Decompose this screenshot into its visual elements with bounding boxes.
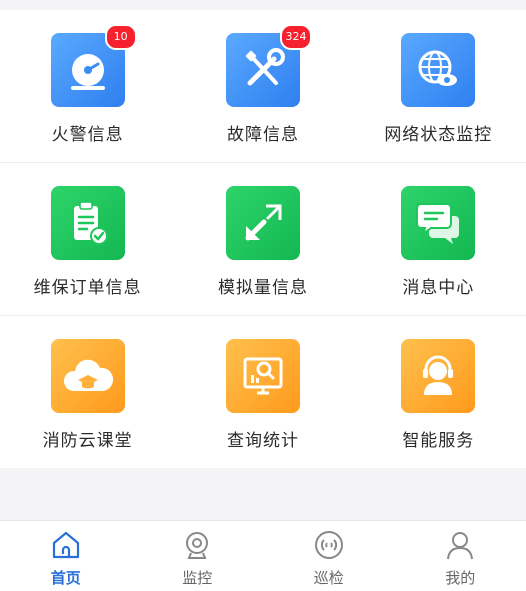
tab-monitor[interactable]: 监控: [132, 521, 264, 591]
tab-profile[interactable]: 我的: [395, 521, 526, 591]
headset-agent-icon: [401, 339, 475, 413]
maintenance-order-label: 维保订单信息: [0, 273, 175, 298]
tab-monitor-label: 监控: [132, 567, 264, 588]
network-monitor-item[interactable]: 网络状态监控: [351, 10, 526, 162]
query-stats-tile[interactable]: [226, 339, 300, 413]
maintenance-order-item[interactable]: 维保订单信息: [0, 163, 175, 315]
tab-home[interactable]: 首页: [0, 521, 132, 591]
signal-icon: [313, 529, 345, 561]
fire-cloud-class-label: 消防云课堂: [0, 426, 175, 451]
fire-cloud-class-item[interactable]: 消防云课堂: [0, 316, 175, 468]
query-stats-label: 查询统计: [175, 426, 350, 451]
message-center-label: 消息中心: [351, 273, 526, 298]
query-stats-item[interactable]: 查询统计: [175, 316, 350, 468]
fire-alarm-badge: 10: [105, 24, 137, 50]
analog-info-tile[interactable]: [226, 186, 300, 260]
user-icon: [444, 529, 476, 561]
network-monitor-tile[interactable]: [401, 33, 475, 107]
fire-cloud-class-tile[interactable]: [51, 339, 125, 413]
tab-home-label: 首页: [0, 567, 132, 588]
resize-arrows-icon: [226, 186, 300, 260]
fault-info-label: 故障信息: [175, 120, 350, 145]
message-center-item[interactable]: 消息中心: [351, 163, 526, 315]
tab-inspection[interactable]: 巡检: [263, 521, 395, 591]
cloud-graduation-icon: [51, 339, 125, 413]
fire-alarm-label: 火警信息: [0, 120, 175, 145]
fault-info-badge: 324: [280, 24, 312, 50]
grid-row-2: 维保订单信息 模拟量信息 消息中心: [0, 162, 526, 315]
fault-info-item[interactable]: 324 故障信息: [175, 10, 350, 162]
chat-bubbles-icon: [401, 186, 475, 260]
smart-service-tile[interactable]: [401, 339, 475, 413]
home-icon: [50, 529, 82, 561]
analog-info-item[interactable]: 模拟量信息: [175, 163, 350, 315]
webcam-icon: [181, 529, 213, 561]
tab-inspection-label: 巡检: [263, 567, 395, 588]
search-chart-icon: [226, 339, 300, 413]
fire-alarm-item[interactable]: 10 火警信息: [0, 10, 175, 162]
globe-eye-icon: [401, 33, 475, 107]
grid-row-1: 10 火警信息 324 故障信息: [0, 10, 526, 162]
clipboard-check-icon: [51, 186, 125, 260]
fire-alarm-tile[interactable]: 10: [51, 33, 125, 107]
grid-row-3: 消防云课堂 查询统计: [0, 315, 526, 468]
smart-service-label: 智能服务: [351, 426, 526, 451]
analog-info-label: 模拟量信息: [175, 273, 350, 298]
message-center-tile[interactable]: [401, 186, 475, 260]
fault-info-tile[interactable]: 324: [226, 33, 300, 107]
top-strip: [0, 0, 526, 10]
maintenance-order-tile[interactable]: [51, 186, 125, 260]
bottom-tab-bar: 首页 监控 巡检 我的: [0, 520, 526, 591]
tab-profile-label: 我的: [395, 567, 526, 588]
network-monitor-label: 网络状态监控: [351, 120, 526, 145]
feature-grid: 10 火警信息 324 故障信息: [0, 10, 526, 468]
smart-service-item[interactable]: 智能服务: [351, 316, 526, 468]
